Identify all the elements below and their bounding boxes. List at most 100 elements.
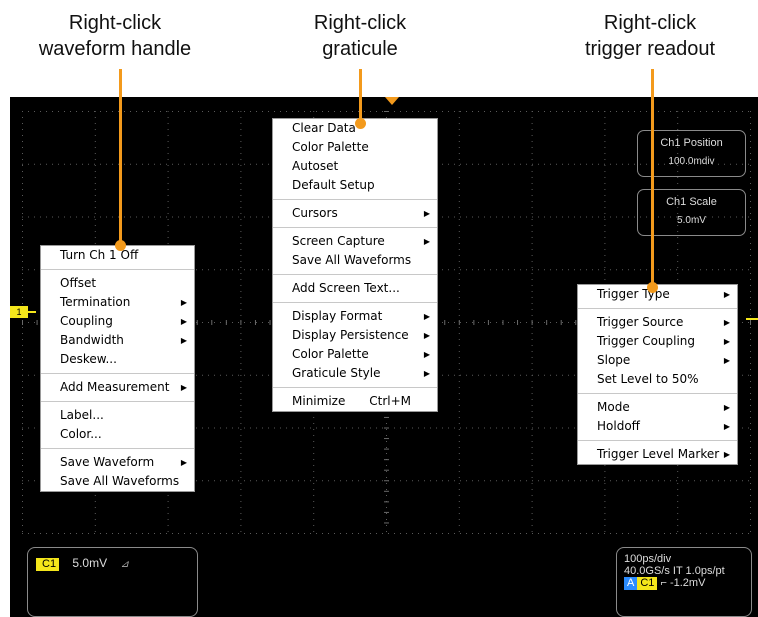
menu-item-label: Trigger Source — [597, 315, 684, 329]
menu-item[interactable]: Bandwidth ▶ — [41, 331, 194, 350]
menu-item[interactable]: Screen Capture ▶ — [273, 232, 437, 251]
menu-item[interactable]: Save All Waveforms — [273, 251, 437, 270]
submenu-arrow-icon: ▶ — [723, 318, 730, 327]
menu-item-label: Save All Waveforms — [60, 474, 180, 488]
menu-item[interactable]: Color... — [41, 425, 194, 444]
menu-item[interactable]: Display Persistence ▶ — [273, 326, 437, 345]
submenu-arrow-icon: ▶ — [723, 422, 730, 431]
menu-item[interactable]: Set Level to 50% — [578, 370, 737, 389]
ch1-badge: C1 — [36, 558, 60, 571]
menu-separator — [578, 440, 737, 441]
ch1-waveform-handle[interactable]: 1 — [10, 306, 28, 318]
menu-item-label: Offset — [60, 276, 97, 290]
menu-item-label: Turn Ch 1 Off — [60, 248, 139, 262]
trigger-position-marker[interactable] — [385, 97, 399, 105]
trigger-source-badge: C1 — [637, 577, 658, 590]
menu-item[interactable]: Default Setup — [273, 176, 437, 195]
menu-item-label: Screen Capture — [292, 234, 385, 248]
trigger-a-badge: A — [624, 577, 638, 590]
menu-item[interactable]: Trigger Source ▶ — [578, 313, 737, 332]
menu-item-label: Cursors — [292, 206, 338, 220]
menu-item[interactable]: Trigger Coupling ▶ — [578, 332, 737, 351]
readout-value: 5.0mV — [677, 215, 706, 226]
menu-item-label: Color Palette — [292, 140, 369, 154]
menu-item-label: Trigger Type — [597, 287, 670, 301]
menu-separator — [273, 302, 437, 303]
submenu-arrow-icon: ▶ — [723, 450, 730, 459]
pointer-line-graticule — [359, 69, 362, 123]
menu-item[interactable]: Minimize Ctrl+M — [273, 392, 437, 411]
menu-item[interactable]: Offset — [41, 274, 194, 293]
menu-item-label: Trigger Coupling — [597, 334, 696, 348]
menu-item-label: Color... — [60, 427, 102, 441]
caption-waveform-handle: Right-click waveform handle — [30, 10, 200, 62]
menu-separator — [41, 269, 194, 270]
menu-item[interactable]: Holdoff ▶ — [578, 417, 737, 436]
menu-item-label: Display Format — [292, 309, 383, 323]
menu-item-label: Color Palette — [292, 347, 369, 361]
pointer-dot-waveform — [115, 240, 126, 251]
menu-item[interactable]: Display Format ▶ — [273, 307, 437, 326]
menu-item[interactable]: Slope ▶ — [578, 351, 737, 370]
submenu-arrow-icon: ▶ — [423, 209, 430, 218]
menu-item-label: Termination — [60, 295, 131, 309]
submenu-arrow-icon: ▶ — [180, 458, 187, 467]
menu-item-label: Display Persistence — [292, 328, 409, 342]
menu-item[interactable]: Color Palette ▶ — [273, 345, 437, 364]
menu-item[interactable]: Coupling ▶ — [41, 312, 194, 331]
menu-item-label: Slope — [597, 353, 631, 367]
ch1-scale-value: 5.0mV — [72, 556, 108, 570]
rising-edge-icon: ⌐ — [660, 577, 667, 589]
ch1-handle-label: 1 — [16, 307, 22, 317]
pointer-line-waveform — [119, 69, 122, 245]
submenu-arrow-icon: ▶ — [180, 317, 187, 326]
readout-title: Ch1 Position — [660, 137, 723, 149]
timebase-trigger-readout[interactable]: 100ps/div 40.0GS/s IT 1.0ps/pt A C1 ⌐ -1.… — [616, 547, 752, 617]
channel-readout[interactable]: C1 5.0mV ⊿ — [27, 547, 198, 617]
graticule-context-menu: Clear Data Color Palette Autoset Default Se… — [272, 118, 438, 412]
menu-item-label: Deskew... — [60, 352, 117, 366]
menu-item-label: Coupling — [60, 314, 113, 328]
bw-limit-icon: ⊿ — [120, 559, 129, 570]
pointer-dot-trigger — [647, 282, 658, 293]
ch1-handle-arrow — [28, 311, 36, 313]
menu-separator — [578, 308, 737, 309]
menu-item-label: Trigger Level Marker — [597, 447, 720, 461]
menu-item[interactable]: Add Screen Text... — [273, 279, 437, 298]
caption-line: trigger readout — [584, 38, 716, 60]
menu-item[interactable]: Mode ▶ — [578, 398, 737, 417]
menu-separator — [273, 199, 437, 200]
menu-item[interactable]: Deskew... — [41, 350, 194, 369]
menu-item[interactable]: Autoset — [273, 157, 437, 176]
menu-item-label: Add Measurement — [60, 380, 170, 394]
menu-item[interactable]: Trigger Level Marker ▶ — [578, 445, 737, 464]
menu-separator — [273, 387, 437, 388]
menu-item[interactable]: Save Waveform ▶ — [41, 453, 194, 472]
menu-item[interactable]: Cursors ▶ — [273, 204, 437, 223]
menu-item-label: Minimize — [292, 394, 346, 408]
menu-separator — [273, 274, 437, 275]
submenu-arrow-icon: ▶ — [180, 298, 187, 307]
menu-item[interactable]: Save All Waveforms — [41, 472, 194, 491]
menu-item-label: Bandwidth — [60, 333, 124, 347]
submenu-arrow-icon: ▶ — [180, 336, 187, 345]
waveform-context-menu: Turn Ch 1 Off Offset Termination ▶ Coupling ▶… — [40, 245, 195, 492]
menu-item[interactable]: Label... — [41, 406, 194, 425]
menu-item[interactable]: Termination ▶ — [41, 293, 194, 312]
menu-item[interactable]: Add Measurement ▶ — [41, 378, 194, 397]
trigger-level-marker[interactable] — [746, 318, 758, 320]
menu-item-label: Default Setup — [292, 178, 375, 192]
caption-line: Right-click — [68, 12, 162, 34]
caption-line: Right-click — [603, 12, 697, 34]
menu-item-label: Add Screen Text... — [292, 281, 400, 295]
caption-graticule: Right-click graticule — [285, 10, 435, 62]
menu-item[interactable]: Color Palette — [273, 138, 437, 157]
sample-rate: 40.0GS/s IT 1.0ps/pt — [624, 565, 725, 577]
menu-item-label: Autoset — [292, 159, 339, 173]
menu-separator — [41, 448, 194, 449]
menu-item[interactable]: Graticule Style ▶ — [273, 364, 437, 383]
trigger-level-value: -1.2mV — [669, 577, 706, 589]
menu-item-label: Clear Data — [292, 121, 356, 135]
caption-line: Right-click — [313, 12, 407, 34]
horizontal-scale: 100ps/div — [624, 553, 672, 565]
